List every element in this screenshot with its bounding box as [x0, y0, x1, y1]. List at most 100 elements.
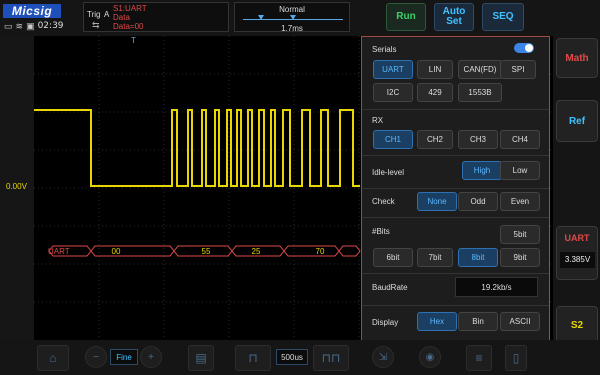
separator	[363, 273, 549, 274]
rx-label: RX	[372, 116, 384, 125]
knob-left-button[interactable]: −	[85, 346, 107, 368]
status-icons: ▭ ≋ ▣ 02:39	[4, 21, 64, 31]
menu-button[interactable]: ≡	[466, 345, 492, 371]
display-label: Display	[372, 318, 399, 327]
rx-option-ch2[interactable]: CH2	[417, 130, 453, 149]
trigger-mode: Normal	[279, 5, 305, 14]
check-option-even[interactable]: Even	[500, 192, 540, 211]
seq-button[interactable]: SEQ	[482, 3, 524, 31]
brand-logo: Micsig	[3, 4, 61, 18]
bottom-bar: ⌂ − Fine + ▤ ⊓ 500us ⊓⊓ ⇲ ◉ ≡ ▯	[0, 340, 600, 375]
decode-value: 25	[252, 247, 261, 256]
ch1-waveform	[34, 109, 360, 187]
serials-option-1553b[interactable]: 1553B	[458, 83, 502, 102]
trigger-position-marker[interactable]: T	[131, 36, 136, 45]
decode-frame	[90, 245, 175, 257]
uart-card-value: 3.385V	[560, 252, 595, 268]
serials-option-429[interactable]: 429	[417, 83, 453, 102]
lock-button[interactable]: ▯	[505, 345, 527, 371]
bits-option-5bit[interactable]: 5bit	[500, 225, 540, 244]
right-sidebar: Math Ref UART 3.385V S2	[553, 36, 600, 346]
bits-label: #Bits	[372, 227, 390, 236]
monitor-icon: ▭	[4, 21, 13, 31]
file-icon: ▤	[195, 351, 207, 365]
trigger-info-panel[interactable]: Trig A ⇆ S1:UART Data Data=00	[83, 2, 229, 32]
serial-settings-panel: Serials UART LIN CAN(FD) SPI I2C 429 1553B RX …	[361, 36, 550, 341]
minus-icon: −	[93, 351, 99, 363]
rx-option-ch4[interactable]: CH4	[500, 130, 540, 149]
measure-button[interactable]: ◉	[419, 346, 441, 368]
run-button[interactable]: Run	[386, 3, 426, 31]
serials-option-can-fd-[interactable]: CAN(FD)	[458, 60, 502, 79]
idle-level-option-low[interactable]: Low	[500, 161, 540, 180]
ref-button[interactable]: Ref	[556, 100, 598, 142]
top-bar: Micsig ▭ ≋ ▣ 02:39 Trig A ⇆ S1:UART Data…	[0, 0, 600, 36]
timebase-decrease-button[interactable]: ⊓	[235, 345, 271, 371]
trigger-point-marker	[258, 15, 264, 20]
trigger-source: A	[104, 10, 110, 19]
trigger-edge-icon: ⇆	[92, 20, 100, 30]
home-button[interactable]: ⌂	[37, 345, 69, 371]
bits-option-8bit[interactable]: 8bit	[458, 248, 498, 267]
wifi-icon: ≋	[15, 21, 24, 31]
toggle-knob	[525, 44, 533, 52]
cursor-icon: ⇲	[378, 351, 388, 363]
display-option-hex[interactable]: Hex	[417, 312, 457, 331]
menu-icon: ≡	[475, 351, 483, 365]
view-position-marker[interactable]	[290, 15, 296, 20]
plus-icon: +	[148, 351, 154, 363]
uart-decode-bus: 00 55 25 70	[48, 245, 361, 257]
home-icon: ⌂	[49, 351, 57, 365]
math-button[interactable]: Math	[556, 38, 598, 78]
serials-option-i2c[interactable]: I2C	[373, 83, 413, 102]
uart-measure-card[interactable]: UART 3.385V	[556, 226, 598, 280]
timebase-value[interactable]: 500us	[276, 349, 308, 365]
timebase-panel[interactable]: Normal 1.7ms	[234, 2, 350, 33]
trigger-line-2: Data	[113, 13, 130, 22]
display-option-ascii[interactable]: ASCII	[500, 312, 540, 331]
display-option-bin[interactable]: Bin	[458, 312, 498, 331]
uart-channel-label: UART	[48, 247, 70, 256]
ch1-trace	[34, 109, 360, 187]
cursor-button[interactable]: ⇲	[372, 346, 394, 368]
bits-option-9bit[interactable]: 9bit	[500, 248, 540, 267]
decode-frame	[338, 245, 361, 257]
bits-option-6bit[interactable]: 6bit	[373, 248, 413, 267]
s2-button[interactable]: S2	[556, 306, 598, 344]
check-label: Check	[372, 197, 395, 206]
separator	[363, 188, 549, 189]
idle-level-label: Idle-level	[372, 168, 405, 177]
serials-toggle[interactable]	[514, 43, 534, 53]
lock-icon: ▣	[26, 21, 35, 31]
trigger-line-3: Data=00	[113, 22, 144, 31]
pulse-wide-icon: ⊓⊓	[321, 351, 341, 365]
idle-level-option-high[interactable]: High	[462, 161, 502, 180]
fine-toggle[interactable]: Fine	[110, 349, 138, 365]
decode-value: 70	[316, 247, 325, 256]
baudrate-field[interactable]: 19.2kb/s	[455, 277, 538, 297]
clock: 02:39	[37, 21, 64, 31]
trigger-line-1: S1:UART	[113, 4, 147, 13]
auto-set-button[interactable]: Auto Set	[434, 3, 474, 31]
serials-label: Serials	[372, 45, 397, 54]
trigger-label: Trig	[87, 10, 101, 19]
serials-option-uart[interactable]: UART	[373, 60, 413, 79]
pulse-narrow-icon: ⊓	[248, 351, 258, 365]
bits-option-7bit[interactable]: 7bit	[417, 248, 453, 267]
measure-icon: ◉	[425, 351, 435, 363]
check-option-none[interactable]: None	[417, 192, 457, 211]
lock-icon: ▯	[512, 351, 520, 365]
check-option-odd[interactable]: Odd	[458, 192, 498, 211]
decode-frame	[283, 245, 340, 257]
rx-option-ch1[interactable]: CH1	[373, 130, 413, 149]
serials-option-spi[interactable]: SPI	[500, 60, 536, 79]
separator	[363, 305, 549, 306]
save-button[interactable]: ▤	[188, 345, 214, 371]
decode-value: 55	[202, 247, 211, 256]
timebase-increase-button[interactable]: ⊓⊓	[313, 345, 349, 371]
separator	[363, 155, 549, 156]
serials-option-lin[interactable]: LIN	[417, 60, 453, 79]
knob-right-button[interactable]: +	[140, 346, 162, 368]
ch1-offset: 0.00V	[6, 182, 27, 191]
rx-option-ch3[interactable]: CH3	[458, 130, 498, 149]
